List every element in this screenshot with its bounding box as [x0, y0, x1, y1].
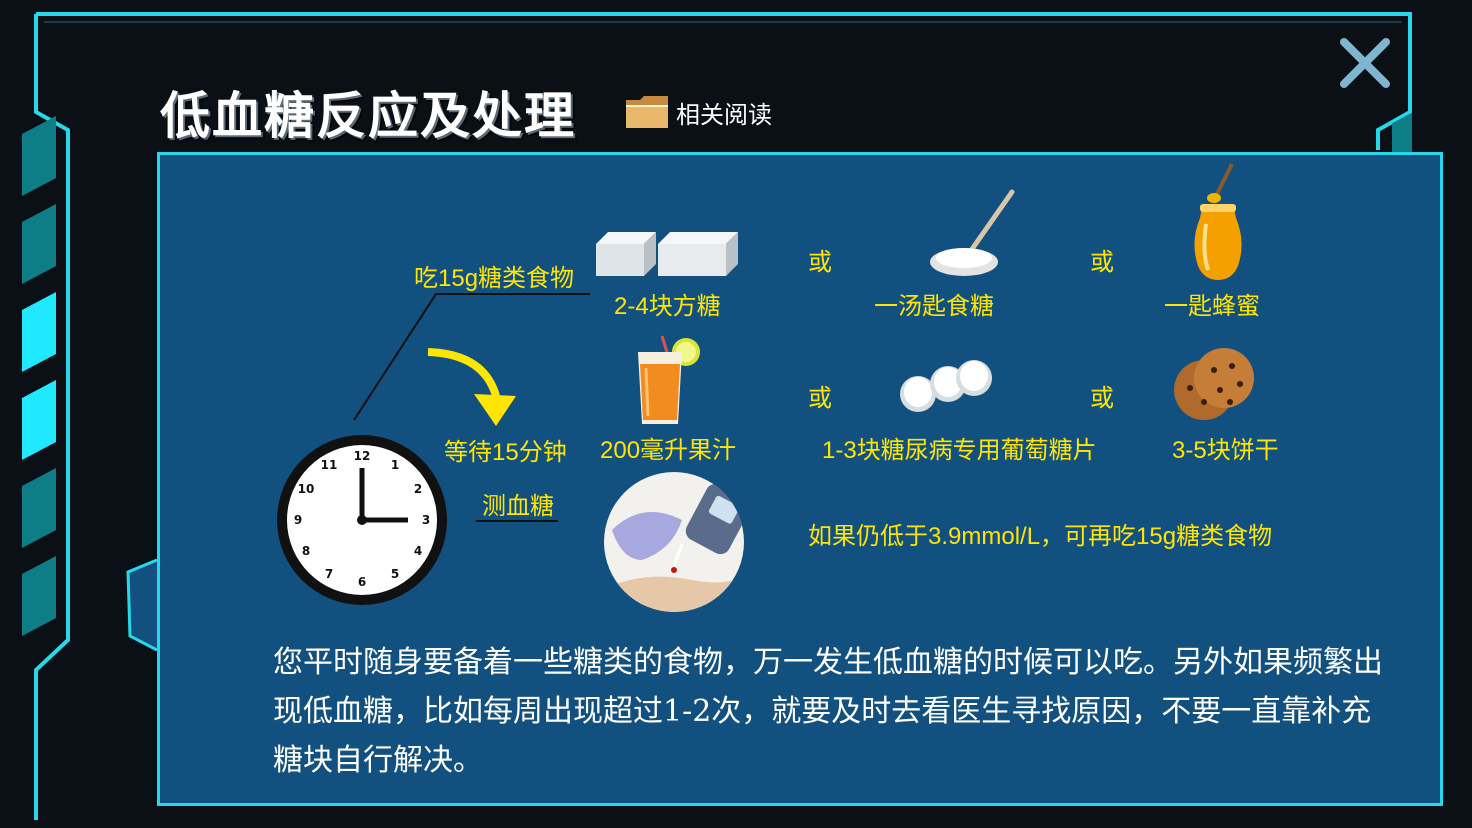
svg-text:2: 2: [414, 482, 422, 496]
svg-text:10: 10: [298, 482, 315, 496]
close-button[interactable]: [1334, 32, 1396, 94]
recheck-note: 如果仍低于3.9mmol/L，可再吃15g糖类食物: [808, 523, 1273, 550]
svg-text:1: 1: [391, 458, 399, 472]
cookies-icon: [1174, 348, 1254, 420]
left-decoration: [22, 115, 58, 653]
related-reading-link[interactable]: 相关阅读: [624, 92, 772, 132]
step-eat-label: 吃15g糖类食物: [414, 265, 575, 292]
close-icon: [1340, 38, 1390, 88]
food-option-label: 3-5块饼干: [1172, 437, 1279, 464]
svg-text:12: 12: [354, 449, 371, 463]
svg-text:11: 11: [321, 458, 338, 472]
juice-glass-icon: [638, 335, 700, 424]
svg-text:4: 4: [414, 544, 422, 558]
glucose-tablets-icon: [900, 360, 992, 412]
arrow-icon: [427, 348, 516, 426]
blood-test-icon: [604, 472, 744, 612]
svg-text:3: 3: [422, 513, 430, 527]
svg-text:8: 8: [302, 544, 310, 558]
advice-paragraph: 您平时随身要备着一些糖类的食物，万一发生低血糖的时候可以吃。另外如果频繁出现低血…: [273, 645, 1383, 778]
page-title: 低血糖反应及处理: [160, 87, 576, 145]
clock-icon: 12 1 2 3 4 5 6 7 8 9 10 11: [277, 435, 447, 605]
svg-text:9: 9: [294, 513, 302, 527]
sugar-cubes-icon: [596, 232, 738, 276]
related-reading-label: 相关阅读: [676, 101, 772, 129]
food-option-label: 一汤匙食糖: [874, 293, 994, 320]
food-option-label: 一匙蜂蜜: [1164, 293, 1260, 320]
or-label: 或: [808, 385, 832, 412]
svg-text:5: 5: [391, 567, 399, 581]
food-option-label: 200毫升果汁: [600, 437, 737, 464]
honey-jar-icon: [1194, 163, 1242, 280]
or-label: 或: [1090, 249, 1114, 276]
spoon-sugar-icon: [930, 189, 1015, 276]
folder-icon: [624, 92, 670, 132]
svg-text:7: 7: [325, 567, 333, 581]
step-wait-label: 等待15分钟: [444, 439, 567, 466]
or-label: 或: [1090, 385, 1114, 412]
food-option-label: 2-4块方糖: [614, 293, 721, 320]
or-label: 或: [808, 249, 832, 276]
svg-text:6: 6: [358, 575, 366, 589]
food-option-label: 1-3块糖尿病专用葡萄糖片: [822, 437, 1097, 464]
step-measure-label: 测血糖: [482, 493, 554, 520]
